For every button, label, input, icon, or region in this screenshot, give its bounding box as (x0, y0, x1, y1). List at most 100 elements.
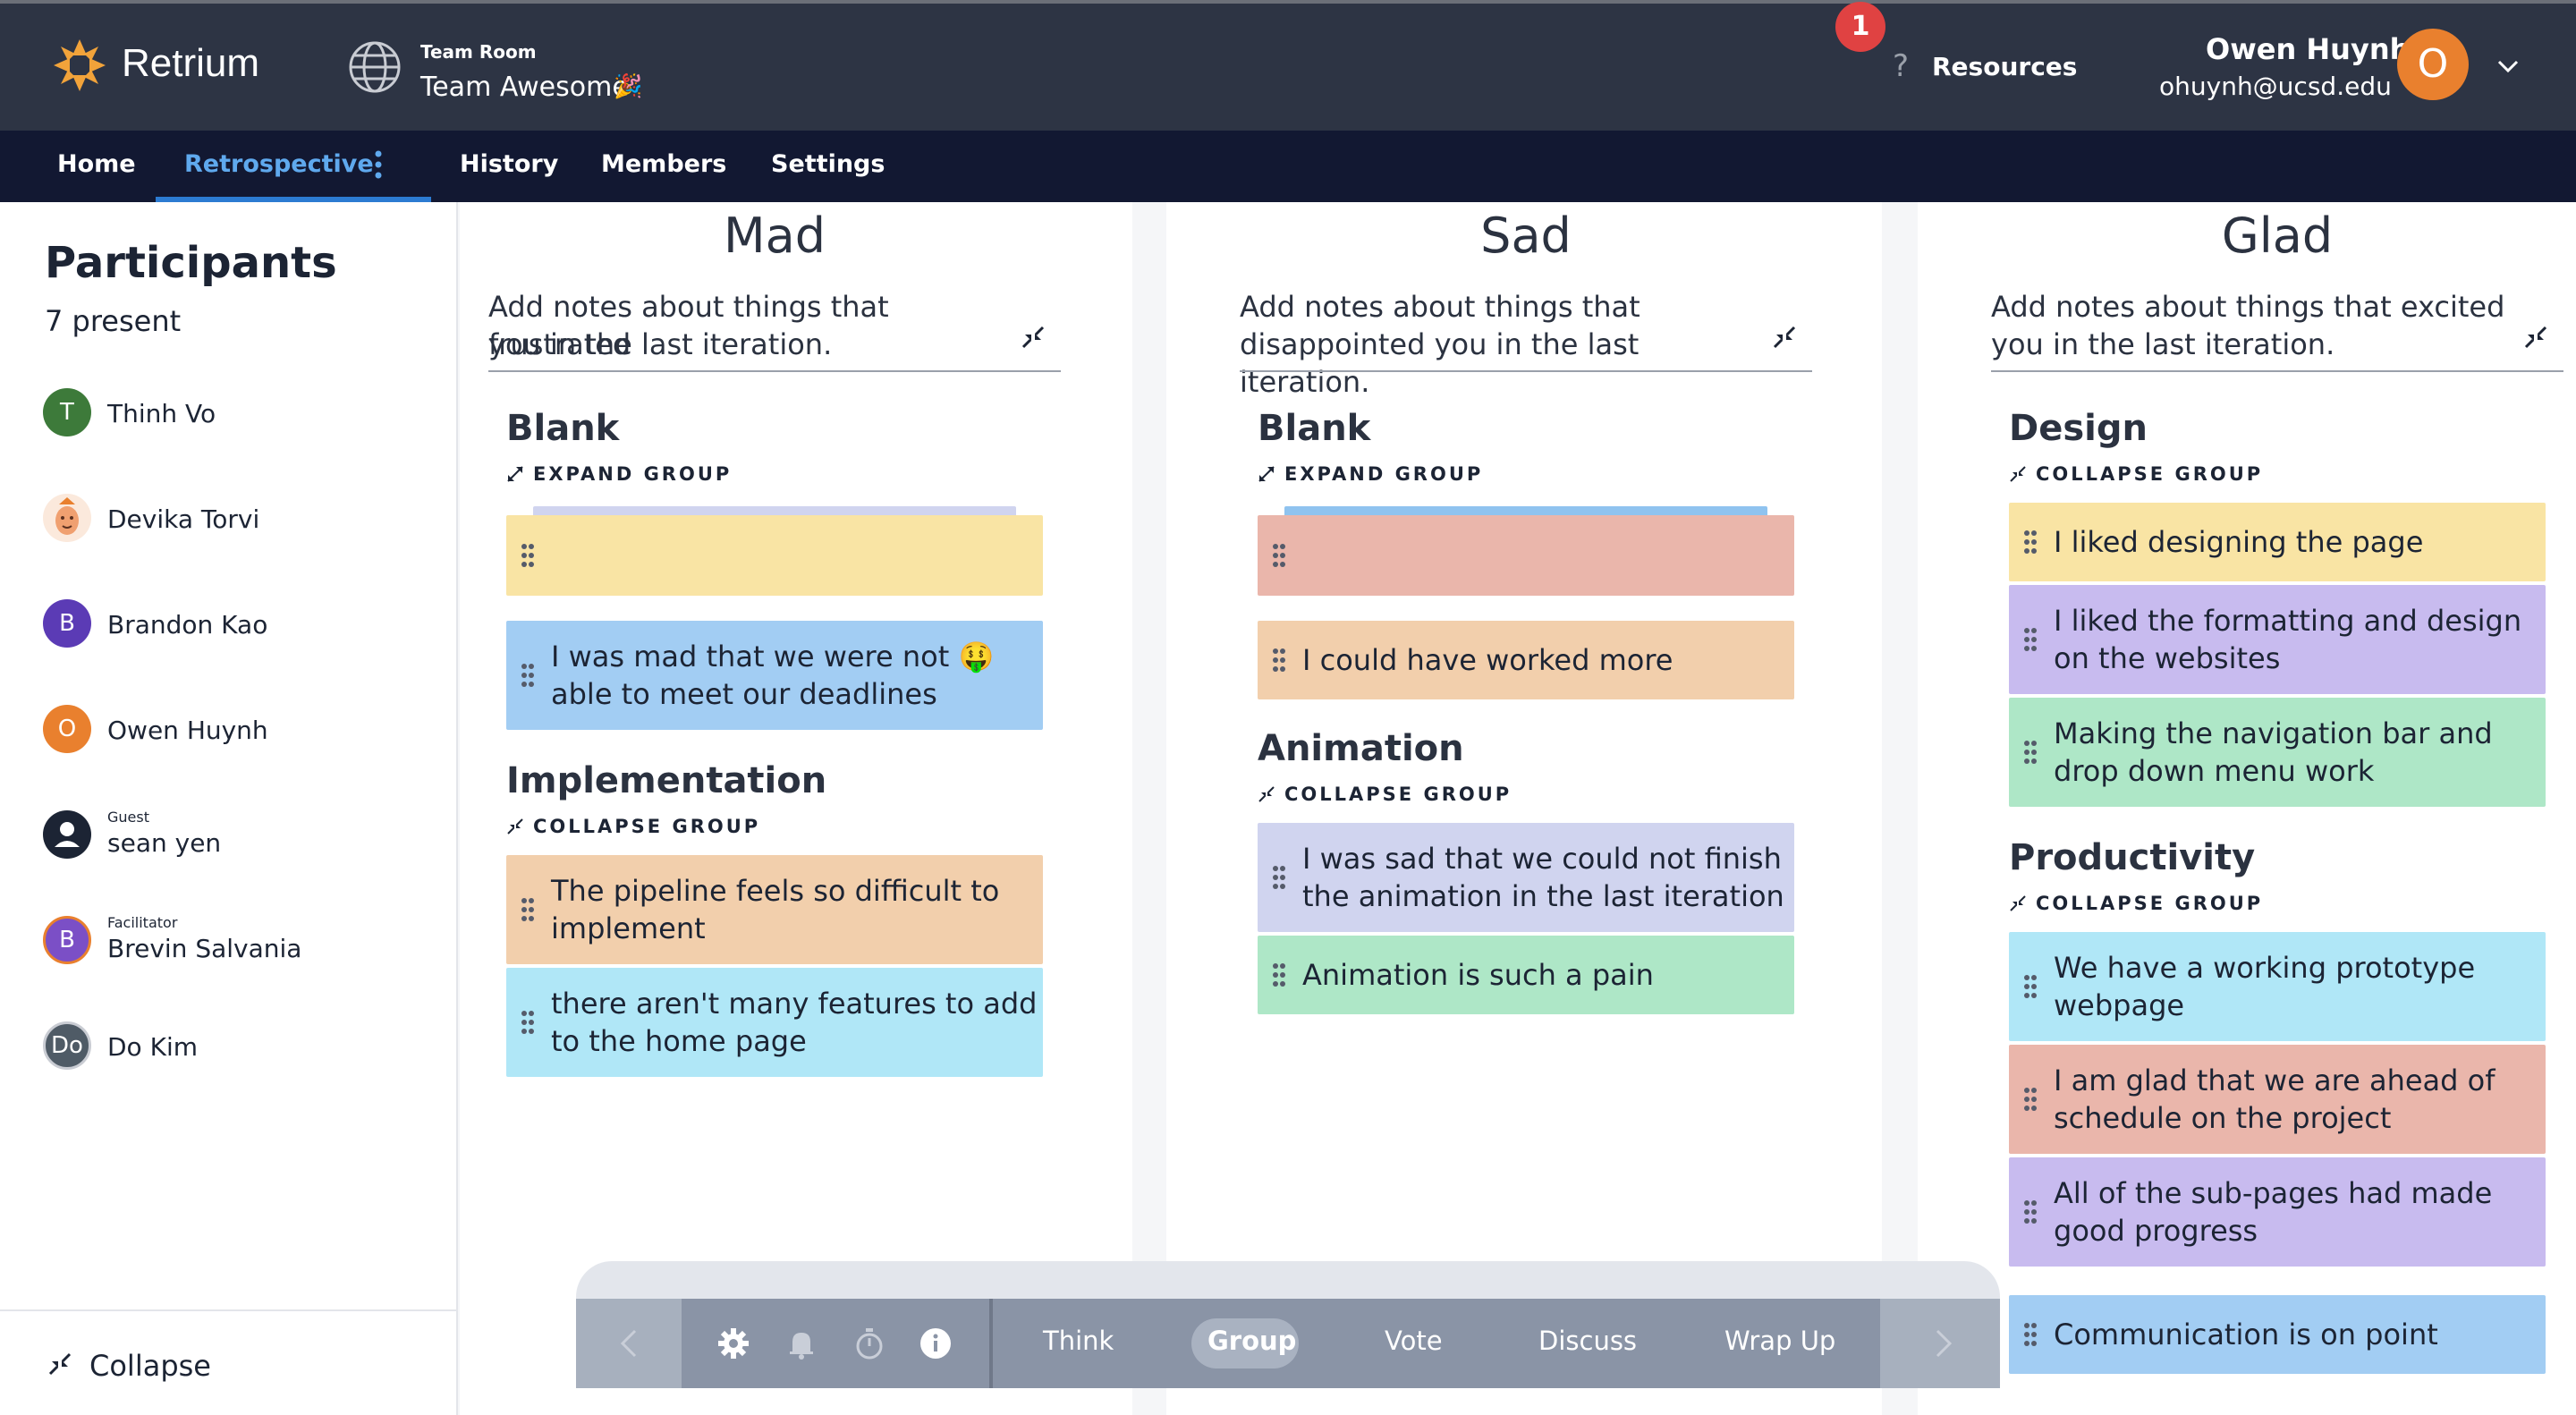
collapse-icon[interactable] (506, 818, 524, 835)
note-card[interactable]: I liked the formatting and design on the … (2009, 585, 2546, 694)
note-card[interactable]: Making the navigation bar and drop down m… (2009, 698, 2546, 807)
person-face-icon (55, 497, 79, 535)
note-text: Communication is on point (2054, 1318, 2438, 1351)
participant-name: Brandon Kao (107, 610, 268, 640)
group-title[interactable]: Design (2009, 408, 2148, 449)
drag-handle-icon[interactable] (2023, 530, 2038, 555)
participant-name: Brevin Salvania (107, 934, 302, 963)
participant-name: Thinh Vo (107, 399, 216, 428)
collapse-arrows-icon[interactable] (47, 1351, 73, 1377)
drag-handle-icon[interactable] (2023, 627, 2038, 652)
column-title: Glad (2221, 208, 2334, 264)
collapse-icon[interactable] (1258, 785, 1275, 803)
team-name[interactable]: Team Awesome (420, 72, 629, 103)
group-title[interactable]: Productivity (2009, 837, 2255, 878)
note-card[interactable]: Animation is such a pain (1258, 936, 1794, 1014)
step-vote[interactable]: Vote (1385, 1326, 1443, 1356)
kebab-menu-icon[interactable] (372, 147, 385, 182)
note-text: good progress (2054, 1214, 2258, 1248)
note-card[interactable] (506, 515, 1043, 596)
nav-retrospective[interactable]: Retrospective (184, 150, 374, 178)
party-emoji-icon: 🎉 (614, 73, 643, 100)
drag-handle-icon[interactable] (521, 1010, 535, 1035)
column-description: Add notes about things that excited (1991, 290, 2505, 324)
expand-group-button[interactable]: EXPAND GROUP (1284, 463, 1483, 485)
expand-icon[interactable] (506, 465, 524, 483)
participant-role: Guest (107, 809, 149, 826)
expand-group-button[interactable]: EXPAND GROUP (533, 463, 732, 485)
user-name[interactable]: Owen Huynh (2206, 32, 2410, 66)
drag-handle-icon[interactable] (1272, 865, 1286, 890)
note-card[interactable]: I liked designing the page (2009, 503, 2546, 581)
drag-handle-icon[interactable] (2023, 1087, 2038, 1112)
group-title[interactable]: Implementation (506, 760, 826, 801)
note-card[interactable]: I was mad that we were not 🤑 able to meet… (506, 621, 1043, 730)
step-think[interactable]: Think (1043, 1326, 1114, 1356)
drag-handle-icon[interactable] (2023, 974, 2038, 999)
collapse-group-button[interactable]: COLLAPSE GROUP (533, 816, 760, 837)
note-card[interactable] (1258, 515, 1794, 596)
note-card[interactable]: there aren't many features to add to the … (506, 968, 1043, 1077)
collapse-group-button[interactable]: COLLAPSE GROUP (1284, 784, 1512, 805)
help-icon[interactable]: ? (1893, 48, 1909, 84)
note-text: I was mad that we were not 🤑 (551, 640, 995, 674)
globe-icon[interactable] (347, 39, 402, 95)
drag-handle-icon[interactable] (521, 663, 535, 688)
gear-icon[interactable] (716, 1326, 751, 1361)
step-group[interactable]: Group (1208, 1326, 1296, 1356)
nav-history[interactable]: History (460, 150, 558, 178)
collapse-group-button[interactable]: COLLAPSE GROUP (2036, 463, 2263, 485)
participants-count: 7 present (45, 304, 182, 338)
notification-badge[interactable]: 1 (1835, 2, 1885, 52)
participant-name: sean yen (107, 828, 222, 858)
participant-name: Owen Huynh (107, 716, 268, 745)
note-card[interactable]: Communication is on point (2009, 1295, 2546, 1374)
next-step-button[interactable] (1880, 1299, 2000, 1388)
collapse-sidebar-button[interactable]: Collapse (89, 1349, 211, 1383)
drag-handle-icon[interactable] (1272, 648, 1286, 673)
chevron-left-icon[interactable] (612, 1326, 648, 1361)
bell-icon[interactable] (784, 1326, 819, 1361)
column-divider (1240, 370, 1812, 372)
step-discuss[interactable]: Discuss (1538, 1326, 1637, 1356)
drag-handle-icon[interactable] (521, 543, 535, 568)
column-description: you in the last iteration. (1991, 327, 2335, 361)
collapse-icon[interactable] (2009, 894, 2027, 912)
group-title[interactable]: Blank (1258, 408, 1370, 449)
note-card[interactable]: I am glad that we are ahead of schedule o… (2009, 1045, 2546, 1154)
group-title[interactable]: Blank (506, 408, 619, 449)
resources-link[interactable]: Resources (1932, 52, 2077, 81)
note-card[interactable]: The pipeline feels so difficult to implem… (506, 855, 1043, 964)
retrium-logo-icon[interactable] (50, 36, 109, 95)
drag-handle-icon[interactable] (2023, 1322, 2038, 1347)
shrink-icon[interactable] (1771, 324, 1798, 351)
participant-name: Do Kim (107, 1032, 199, 1062)
nav-members[interactable]: Members (601, 150, 726, 178)
shrink-icon[interactable] (1020, 324, 1046, 351)
user-avatar[interactable]: O (2397, 29, 2469, 100)
chevron-down-icon[interactable] (2496, 54, 2521, 79)
note-card[interactable]: We have a working prototype webpage (2009, 932, 2546, 1041)
note-card[interactable]: I was sad that we could not finish the an… (1258, 823, 1794, 932)
drag-handle-icon[interactable] (2023, 740, 2038, 765)
brand-name[interactable]: Retrium (122, 41, 259, 86)
group-title[interactable]: Animation (1258, 728, 1464, 769)
drag-handle-icon[interactable] (1272, 543, 1286, 568)
previous-step-button[interactable] (576, 1299, 682, 1388)
drag-handle-icon[interactable] (2023, 1199, 2038, 1224)
collapse-group-button[interactable]: COLLAPSE GROUP (2036, 893, 2263, 914)
shrink-icon[interactable] (2522, 324, 2549, 351)
expand-icon[interactable] (1258, 465, 1275, 483)
note-card[interactable]: All of the sub-pages had made good progre… (2009, 1157, 2546, 1267)
drag-handle-icon[interactable] (521, 897, 535, 922)
nav-settings[interactable]: Settings (771, 150, 885, 178)
nav-home[interactable]: Home (57, 150, 136, 178)
chevron-right-icon[interactable] (1925, 1326, 1961, 1361)
note-card[interactable]: I could have worked more (1258, 621, 1794, 699)
info-icon[interactable] (918, 1326, 953, 1361)
drag-handle-icon[interactable] (1272, 962, 1286, 987)
step-wrap-up[interactable]: Wrap Up (1724, 1326, 1835, 1356)
stopwatch-icon[interactable] (852, 1326, 887, 1361)
note-text: I liked designing the page (2054, 525, 2424, 559)
collapse-icon[interactable] (2009, 465, 2027, 483)
